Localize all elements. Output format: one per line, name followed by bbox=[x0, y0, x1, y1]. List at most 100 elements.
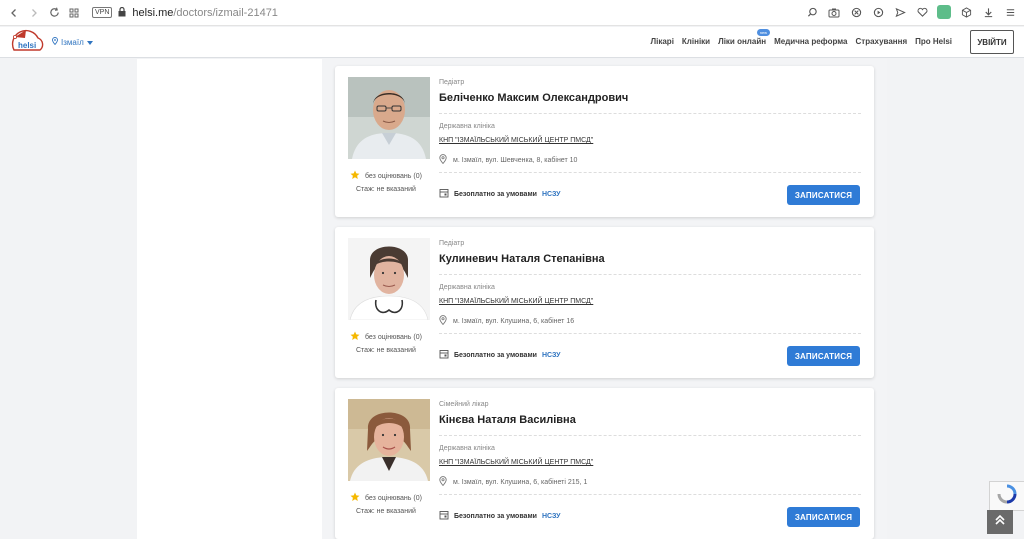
divider bbox=[439, 274, 861, 275]
recaptcha-badge[interactable] bbox=[989, 481, 1024, 511]
rating: без оцінювань (0) bbox=[350, 170, 422, 182]
menu-item-label: Медична реформа bbox=[774, 37, 848, 46]
doctor-card: без оцінювань (0) Стаж: не вказаний Сіме… bbox=[335, 388, 874, 539]
menu-item-label: Ліки онлайн bbox=[718, 37, 767, 46]
nszu-link[interactable]: НСЗУ bbox=[542, 191, 561, 198]
extension-icon[interactable] bbox=[936, 4, 952, 20]
rating-text: без оцінювань (0) bbox=[365, 333, 422, 341]
helsi-logo[interactable]: helsi bbox=[10, 29, 44, 55]
recaptcha-icon bbox=[997, 484, 1017, 509]
location-pin-icon bbox=[52, 37, 58, 47]
tabs-grid-icon[interactable] bbox=[64, 3, 84, 23]
doctor-specialty: Сімейний лікар bbox=[439, 401, 489, 408]
url-host: helsi.me bbox=[132, 6, 174, 19]
doctor-name[interactable]: Кінєва Наталя Василівна bbox=[439, 414, 576, 426]
forward-icon[interactable] bbox=[24, 3, 44, 23]
star-icon bbox=[350, 331, 360, 343]
city-selector[interactable]: Ізмаїл bbox=[52, 37, 93, 47]
doctor-name[interactable]: Кулиневич Наталя Степанівна bbox=[439, 253, 605, 265]
city-name: Ізмаїл bbox=[61, 37, 84, 47]
camera-icon[interactable] bbox=[826, 4, 842, 20]
price-info: Безоплатно за умовами НСЗУ bbox=[439, 188, 560, 200]
price-text: Безоплатно за умовами bbox=[454, 512, 537, 520]
doctor-card: без оцінювань (0) Стаж: не вказаний Педі… bbox=[335, 227, 874, 378]
login-button[interactable]: УВІЙТИ bbox=[970, 30, 1014, 54]
doctor-photo[interactable] bbox=[348, 238, 430, 320]
menu-item-insurance[interactable]: Страхування bbox=[856, 37, 908, 46]
back-icon[interactable] bbox=[4, 3, 24, 23]
scroll-to-top-button[interactable] bbox=[987, 510, 1013, 534]
divider bbox=[439, 494, 861, 495]
block-icon[interactable] bbox=[848, 4, 864, 20]
book-appointment-button[interactable]: ЗАПИСАТИСЯ bbox=[787, 346, 860, 366]
star-icon bbox=[350, 170, 360, 182]
star-icon bbox=[350, 492, 360, 504]
new-badge: new bbox=[756, 29, 771, 36]
doctor-photo[interactable] bbox=[348, 399, 430, 481]
browser-toolbar: VPN helsi.me/doctors/izmail-21471 bbox=[0, 0, 1024, 26]
double-chevron-up-icon bbox=[993, 513, 1007, 532]
send-icon[interactable] bbox=[892, 4, 908, 20]
location-pin-icon bbox=[439, 154, 447, 166]
divider bbox=[439, 333, 861, 334]
menu-item-medical-reform[interactable]: Медична реформа bbox=[774, 37, 847, 46]
address: м. Ізмаїл, вул. Клушина, 6, кабінет 16 bbox=[439, 315, 574, 327]
menu-item-label: Страхування bbox=[855, 37, 908, 46]
nszu-link[interactable]: НСЗУ bbox=[542, 513, 561, 520]
book-appointment-button[interactable]: ЗАПИСАТИСЯ bbox=[787, 507, 860, 527]
main-menu: Лікарі Клініки Ліки онлайн new Медична ре… bbox=[651, 29, 952, 46]
doctor-name[interactable]: Беліченко Максим Олександрович bbox=[439, 92, 628, 104]
url-path: /doctors/izmail-21471 bbox=[173, 6, 278, 19]
clinic-type: Державна клініка bbox=[439, 123, 495, 130]
vpn-badge[interactable]: VPN bbox=[92, 7, 113, 18]
svg-text:helsi: helsi bbox=[18, 41, 36, 50]
calendar-icon bbox=[439, 349, 449, 361]
search-icon[interactable] bbox=[804, 4, 820, 20]
divider bbox=[439, 435, 861, 436]
rating-text: без оцінювань (0) bbox=[365, 172, 422, 180]
download-icon[interactable] bbox=[980, 4, 996, 20]
divider bbox=[439, 172, 861, 173]
rating: без оцінювань (0) bbox=[350, 331, 422, 343]
divider bbox=[439, 113, 861, 114]
address: м. Ізмаїл, вул. Шевченка, 8, кабінет 10 bbox=[439, 154, 577, 166]
chevron-down-icon bbox=[86, 38, 93, 47]
address: м. Ізмаїл, вул. Клушина, 6, кабінеті 215… bbox=[439, 476, 587, 488]
lock-icon[interactable] bbox=[118, 4, 126, 22]
clinic-link[interactable]: КНП "ІЗМАЇЛЬСЬКИЙ МІСЬКИЙ ЦЕНТР ПМСД" bbox=[439, 459, 593, 466]
book-appointment-button[interactable]: ЗАПИСАТИСЯ bbox=[787, 185, 860, 205]
rating: без оцінювань (0) bbox=[350, 492, 422, 504]
rating-text: без оцінювань (0) bbox=[365, 494, 422, 502]
clinic-type: Державна клініка bbox=[439, 284, 495, 291]
site-header: helsi Ізмаїл Лікарі Клініки Ліки онлайн n… bbox=[0, 27, 1024, 58]
address-text: м. Ізмаїл, вул. Клушина, 6, кабінет 16 bbox=[453, 317, 575, 325]
price-text: Безоплатно за умовами bbox=[454, 351, 537, 359]
clinic-link[interactable]: КНП "ІЗМАЇЛЬСЬКИЙ МІСЬКИЙ ЦЕНТР ПМСД" bbox=[439, 137, 593, 144]
reload-icon[interactable] bbox=[44, 3, 64, 23]
menu-icon[interactable] bbox=[1002, 4, 1018, 20]
experience-text: Стаж: не вказаний bbox=[356, 347, 416, 354]
doctor-specialty: Педіатр bbox=[439, 240, 465, 247]
cube-icon[interactable] bbox=[958, 4, 974, 20]
price-text: Безоплатно за умовами bbox=[454, 190, 537, 198]
address-text: м. Ізмаїл, вул. Шевченка, 8, кабінет 10 bbox=[453, 156, 578, 164]
clinic-link[interactable]: КНП "ІЗМАЇЛЬСЬКИЙ МІСЬКИЙ ЦЕНТР ПМСД" bbox=[439, 298, 593, 305]
menu-item-doctors[interactable]: Лікарі bbox=[651, 37, 674, 46]
price-info: Безоплатно за умовами НСЗУ bbox=[439, 510, 560, 522]
menu-item-label: Клініки bbox=[681, 37, 711, 46]
address-text: м. Ізмаїл, вул. Клушина, 6, кабінеті 215… bbox=[453, 478, 588, 486]
menu-item-about[interactable]: Про Helsi bbox=[915, 37, 952, 46]
price-info: Безоплатно за умовами НСЗУ bbox=[439, 349, 560, 361]
location-pin-icon bbox=[439, 315, 447, 327]
heart-icon[interactable] bbox=[914, 4, 930, 20]
play-icon[interactable] bbox=[870, 4, 886, 20]
menu-item-medicines-online[interactable]: Ліки онлайн new bbox=[718, 29, 771, 46]
menu-item-clinics[interactable]: Клініки bbox=[682, 37, 710, 46]
menu-item-label: Лікарі bbox=[650, 37, 674, 46]
doctor-specialty: Педіатр bbox=[439, 79, 465, 86]
location-pin-icon bbox=[439, 476, 447, 488]
address-bar[interactable]: helsi.me/doctors/izmail-21471 bbox=[132, 7, 278, 19]
menu-item-label: Про Helsi bbox=[915, 37, 952, 46]
doctor-photo[interactable] bbox=[348, 77, 430, 159]
nszu-link[interactable]: НСЗУ bbox=[542, 352, 561, 359]
